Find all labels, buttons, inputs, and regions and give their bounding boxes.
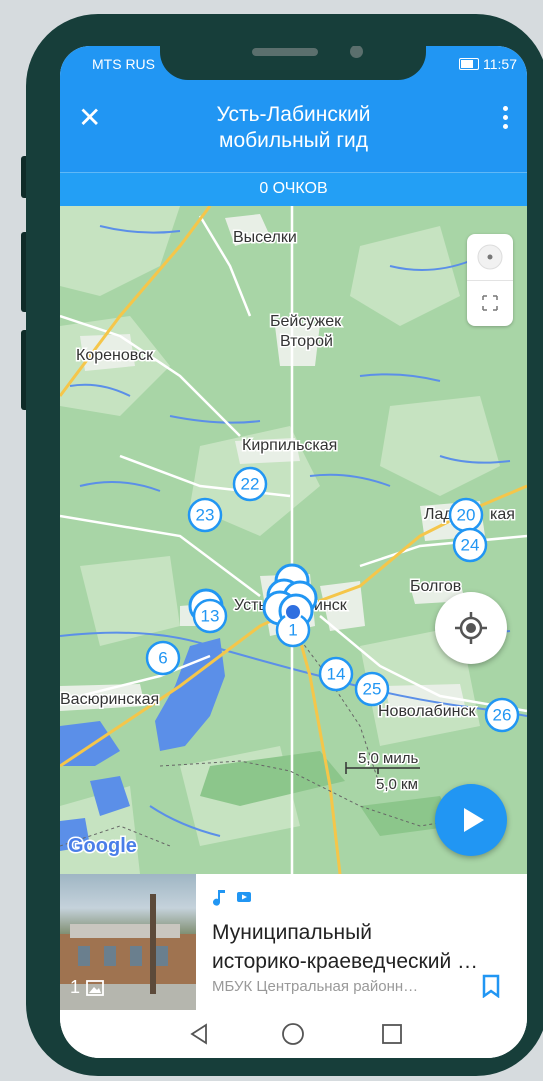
place-label: кая <box>490 506 515 523</box>
svg-text:23: 23 <box>196 506 215 525</box>
place-title-line-1: Муниципальный <box>212 921 372 944</box>
place-label: Кирпильская <box>242 437 337 454</box>
battery-icon <box>459 58 479 70</box>
map-canvas: Выселки Бейсужек Второй Кореновск Кирпил… <box>60 206 527 874</box>
map-marker[interactable]: 24 <box>452 527 488 563</box>
front-camera <box>350 46 363 58</box>
points-banner: 0 ОЧКОВ <box>60 172 527 207</box>
google-logo: Google <box>68 835 137 857</box>
photo-count: 1 <box>70 977 104 998</box>
map-marker[interactable]: 6 <box>145 640 181 676</box>
map-marker[interactable]: 13 <box>192 598 228 634</box>
speaker-grille <box>252 48 318 56</box>
status-right: 11:57 <box>459 56 517 72</box>
svg-text:25: 25 <box>363 680 382 699</box>
map-marker[interactable]: 20 <box>448 497 484 533</box>
recents-button[interactable] <box>372 1020 412 1048</box>
my-location-button[interactable] <box>435 592 507 664</box>
place-label: инск <box>314 597 348 614</box>
svg-text:26: 26 <box>493 706 512 725</box>
svg-text:24: 24 <box>461 536 480 555</box>
phone-screen: MTS RUS 11:57 ✕ Усть-Лабинский мобильный… <box>60 46 527 1058</box>
back-button[interactable] <box>180 1020 220 1048</box>
current-location-dot <box>284 603 302 621</box>
image-icon <box>86 979 104 996</box>
page-title: Усть-Лабинский мобильный гид <box>150 102 437 154</box>
carrier-label: MTS RUS <box>92 56 155 72</box>
music-note-icon <box>213 890 225 906</box>
place-title[interactable]: Муниципальный историко-краеведческий … <box>212 918 507 976</box>
map-marker[interactable]: 25 <box>354 671 390 707</box>
place-label: Второй <box>280 333 333 350</box>
compass-button[interactable] <box>467 234 513 281</box>
place-title-line-2: историко-краеведческий … <box>212 950 479 973</box>
place-card[interactable]: 1 Муниципальный историко-краеведческий …… <box>60 874 527 1010</box>
app-bar: ✕ Усть-Лабинский мобильный гид <box>60 80 527 172</box>
place-label: Новолабинск <box>378 703 476 720</box>
play-icon <box>464 808 484 832</box>
map-marker[interactable]: 26 <box>484 697 520 733</box>
fullscreen-icon <box>482 295 498 311</box>
close-icon[interactable]: ✕ <box>78 104 101 132</box>
map-controls <box>467 234 513 326</box>
back-triangle-icon <box>190 1023 207 1045</box>
svg-text:14: 14 <box>327 665 346 684</box>
svg-text:20: 20 <box>457 506 476 525</box>
gps-target-icon <box>455 612 487 644</box>
svg-text:1: 1 <box>288 621 297 640</box>
place-subtitle: МБУК Центральная районн… <box>212 978 419 995</box>
place-label: Усть <box>234 597 267 614</box>
compass-icon <box>477 244 503 270</box>
svg-text:6: 6 <box>158 649 167 668</box>
video-icon <box>237 892 251 902</box>
place-label: Васюринская <box>60 691 159 708</box>
map-marker[interactable]: 14 <box>318 656 354 692</box>
recents-square-icon <box>382 1024 402 1044</box>
bookmark-button[interactable] <box>481 974 501 1003</box>
map-marker[interactable]: 22 <box>232 466 268 502</box>
clock: 11:57 <box>483 56 517 72</box>
media-icons <box>212 888 252 906</box>
title-line-1: Усть-Лабинский <box>216 103 371 126</box>
place-label: Выселки <box>233 229 297 246</box>
svg-text:5,0 миль: 5,0 миль <box>358 750 418 767</box>
more-vert-icon[interactable] <box>503 106 509 129</box>
fullscreen-button[interactable] <box>467 280 513 326</box>
place-label: Бейсужек <box>270 313 342 330</box>
play-button[interactable] <box>435 784 507 856</box>
home-button[interactable] <box>273 1020 313 1048</box>
bookmark-icon <box>482 974 500 999</box>
home-circle-icon <box>282 1023 304 1045</box>
map-marker[interactable]: 23 <box>187 497 223 533</box>
svg-text:5,0 км: 5,0 км <box>376 776 418 793</box>
place-photo[interactable]: 1 <box>60 874 196 1010</box>
place-label: Кореновск <box>76 347 154 364</box>
title-line-2: мобильный гид <box>219 129 368 152</box>
camera-notch <box>160 46 426 80</box>
system-nav-bar <box>60 1010 527 1058</box>
map-view[interactable]: Выселки Бейсужек Второй Кореновск Кирпил… <box>60 206 527 874</box>
svg-text:22: 22 <box>241 475 260 494</box>
svg-text:13: 13 <box>201 607 220 626</box>
